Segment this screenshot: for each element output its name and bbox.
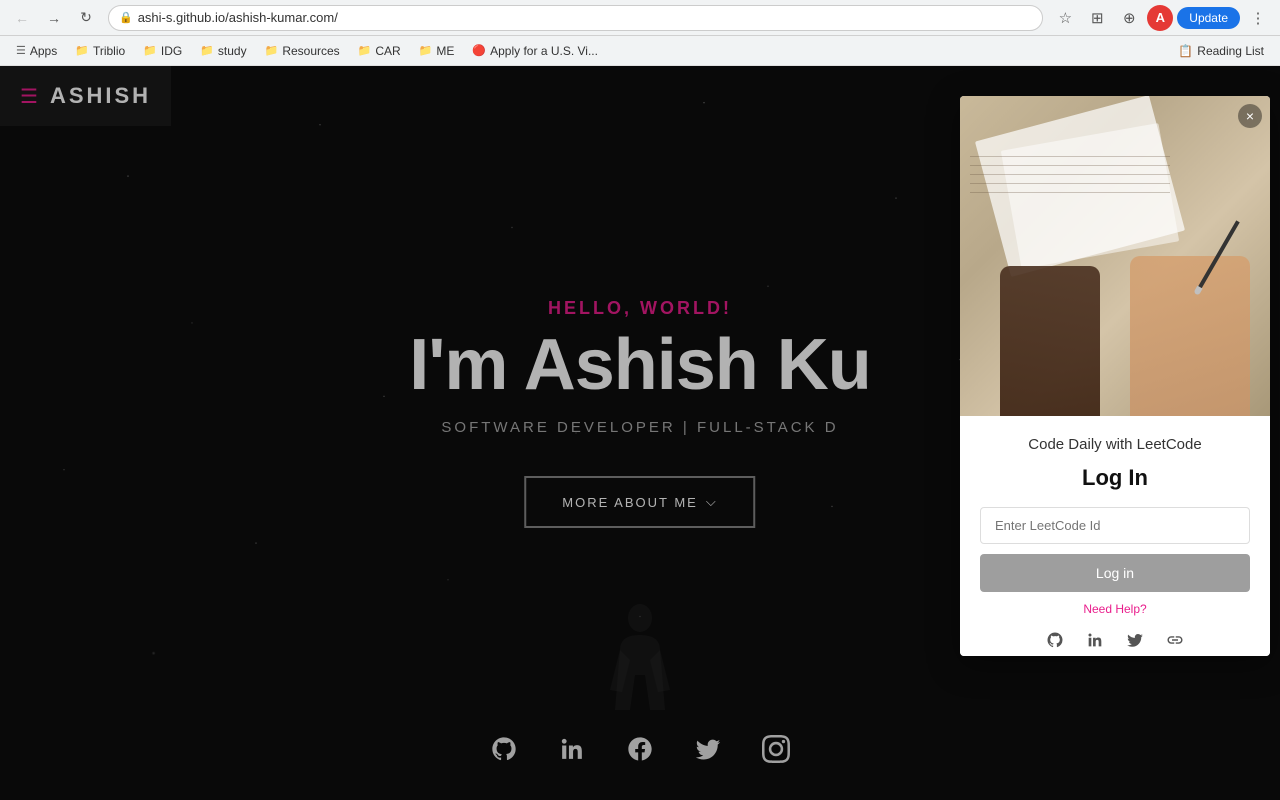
reading-list-button[interactable]: 📋 Reading List (1170, 41, 1272, 61)
bookmark-study[interactable]: 📁 study (192, 41, 254, 61)
browser-actions: ☆ ⊞ ⊕ A Update ⋮ (1051, 4, 1272, 32)
car-icon: 📁 (358, 44, 372, 57)
bookmarks-bar: ☰ Apps 📁 Triblio 📁 IDG 📁 study 📁 Resourc… (0, 36, 1280, 66)
back-button[interactable]: ← (8, 4, 36, 32)
popup-image-area (960, 96, 1270, 416)
bookmark-study-label: study (218, 44, 247, 58)
popup-login-button[interactable]: Log in (980, 554, 1250, 592)
bookmark-me-label: ME (436, 44, 454, 58)
hand-light (1130, 256, 1250, 416)
leetcode-id-input[interactable] (980, 507, 1250, 544)
popup-help-link[interactable]: Need Help? (980, 602, 1250, 616)
bookmark-resources-label: Resources (282, 44, 339, 58)
bookmark-car[interactable]: 📁 CAR (350, 41, 409, 61)
bookmark-triblio-label: Triblio (93, 44, 125, 58)
bookmark-apps-label: Apps (30, 44, 57, 58)
bookmark-apply[interactable]: 🔴 Apply for a U.S. Vi... (464, 41, 606, 61)
bookmark-idg-label: IDG (161, 44, 182, 58)
avatar-button[interactable]: A (1147, 5, 1173, 31)
popup-tagline: Code Daily with LeetCode (980, 436, 1250, 453)
bookmark-apply-label: Apply for a U.S. Vi... (490, 44, 598, 58)
study-icon: 📁 (200, 44, 214, 57)
bookmark-idg[interactable]: 📁 IDG (135, 41, 190, 61)
profile-button[interactable]: ⊕ (1115, 4, 1143, 32)
reload-button[interactable]: ↻ (72, 4, 100, 32)
apps-icon: ☰ (16, 44, 26, 57)
me-icon: 📁 (419, 44, 433, 57)
popup-login-title: Log In (980, 465, 1250, 491)
forward-button[interactable]: → (40, 4, 68, 32)
bookmark-me[interactable]: 📁 ME (411, 41, 463, 61)
paper-lines (970, 156, 1170, 201)
apply-icon: 🔴 (472, 44, 486, 57)
browser-chrome: ← → ↻ 🔒 ashi-s.github.io/ashish-kumar.co… (0, 0, 1280, 36)
extensions-button[interactable]: ⊞ (1083, 4, 1111, 32)
triblio-icon: 📁 (75, 44, 89, 57)
reading-list-label: Reading List (1197, 44, 1264, 58)
menu-button[interactable]: ⋮ (1244, 4, 1272, 32)
bookmark-car-label: CAR (375, 44, 400, 58)
nav-buttons: ← → ↻ (8, 4, 100, 32)
popup-link-icon[interactable] (1163, 628, 1187, 652)
website-container: ☰ ASHISH HELLO, WORLD! I'm Ashish Ku SOF… (0, 66, 1280, 800)
hand-dark (1000, 266, 1100, 416)
popup-linkedin-icon[interactable] (1083, 628, 1107, 652)
star-button[interactable]: ☆ (1051, 4, 1079, 32)
idg-icon: 📁 (143, 44, 157, 57)
reading-list-icon: 📋 (1178, 44, 1193, 58)
bookmark-resources[interactable]: 📁 Resources (257, 41, 348, 61)
popup-twitter-icon[interactable] (1123, 628, 1147, 652)
popup-github-icon[interactable] (1043, 628, 1067, 652)
bookmark-apps[interactable]: ☰ Apps (8, 41, 65, 61)
url-text: ashi-s.github.io/ashish-kumar.com/ (138, 10, 338, 25)
popup-content: Code Daily with LeetCode Log In Log in N… (960, 416, 1270, 656)
lock-icon: 🔒 (119, 11, 133, 24)
update-button[interactable]: Update (1177, 7, 1240, 29)
popup-panel: × Code Daily with LeetCode Log In (960, 96, 1270, 656)
bookmark-triblio[interactable]: 📁 Triblio (67, 41, 133, 61)
popup-close-button[interactable]: × (1238, 104, 1262, 128)
resources-icon: 📁 (265, 44, 279, 57)
address-bar[interactable]: 🔒 ashi-s.github.io/ashish-kumar.com/ (108, 5, 1043, 31)
hand-decoration (960, 236, 1270, 416)
popup-social-row (980, 628, 1250, 652)
